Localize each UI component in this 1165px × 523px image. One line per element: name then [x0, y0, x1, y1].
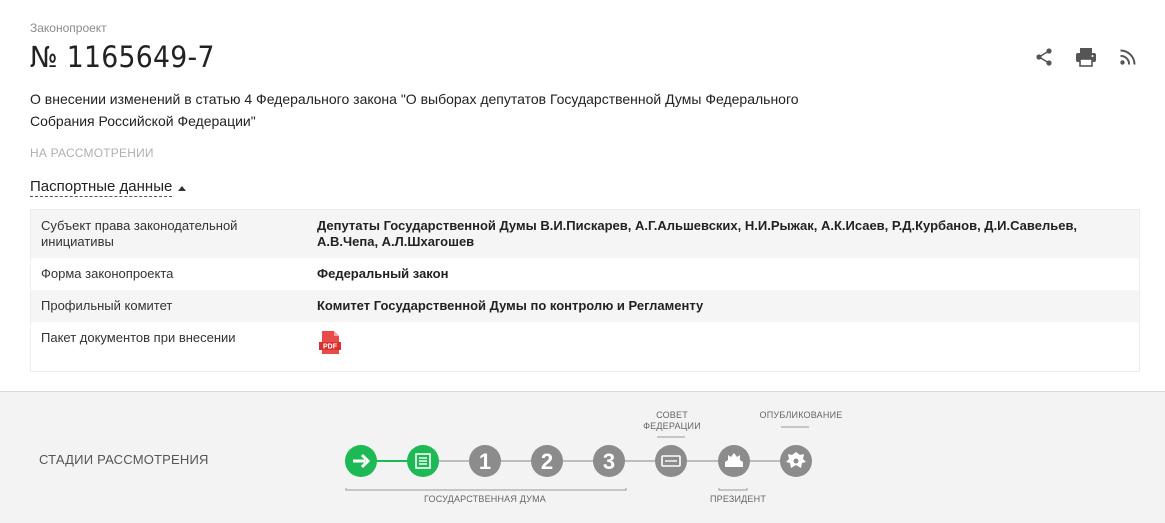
stages-panel: СТАДИИ РАССМОТРЕНИЯ СОВЕТ ФЕДЕРАЦИИ ОПУБ…: [0, 391, 1165, 523]
row-key: Профильный комитет: [41, 298, 173, 313]
caret-up-icon: [178, 186, 187, 191]
row-value: Депутаты Государственной Думы В.И.Пискар…: [317, 218, 1078, 249]
bill-header: Законопроект № 1165649-7 О внесении изме…: [0, 0, 1165, 391]
row-value: PDF: [317, 330, 1129, 360]
rss-icon[interactable]: [1117, 46, 1139, 68]
stage-federation-council[interactable]: [655, 445, 687, 477]
stage-published[interactable]: [780, 445, 812, 477]
share-icon[interactable]: [1033, 46, 1055, 68]
stage-reading-1[interactable]: 1: [469, 445, 501, 477]
reading-1-label: 1: [479, 449, 491, 474]
stage-preliminary[interactable]: [407, 445, 439, 477]
row-value: Комитет Государственной Думы по контролю…: [317, 298, 704, 313]
overline-label: Законопроект: [30, 21, 107, 35]
pdf-label: PDF: [323, 344, 338, 351]
action-toolbar: [1033, 46, 1139, 68]
pdf-icon[interactable]: PDF: [317, 330, 343, 356]
table-row: Профильный комитет Комитет Государственн…: [31, 290, 1139, 322]
reading-2-label: 2: [541, 449, 553, 474]
stage-reading-3[interactable]: 3: [593, 445, 625, 477]
row-key: Пакет документов при внесении: [41, 330, 236, 345]
stages-track: 1 2 3: [345, 426, 812, 491]
passport-toggle[interactable]: Паспортные данные: [30, 178, 187, 197]
reading-3-label: 3: [603, 449, 615, 474]
stage-reading-2[interactable]: 2: [531, 445, 563, 477]
row-key: Субъект права законодательной инициативы: [41, 218, 238, 249]
table-row: Субъект права законодательной инициативы…: [31, 210, 1139, 258]
table-row: Пакет документов при внесении PDF: [31, 322, 1139, 371]
stage-president[interactable]: [718, 445, 750, 477]
print-icon[interactable]: [1075, 46, 1097, 68]
stages-label: СТАДИИ РАССМОТРЕНИЯ: [39, 452, 209, 467]
row-key: Форма законопроекта: [41, 266, 174, 281]
passport-toggle-label: Паспортные данные: [30, 178, 173, 197]
passport-table: Субъект права законодательной инициативы…: [30, 209, 1140, 372]
table-row: Форма законопроекта Федеральный закон: [31, 258, 1139, 290]
stage-introduced[interactable]: [345, 445, 377, 477]
row-value: Федеральный закон: [317, 266, 449, 281]
bill-number: № 1165649-7: [30, 40, 215, 74]
bill-title: О внесении изменений в статью 4 Федераль…: [30, 91, 799, 129]
status-badge: НА РАССМОТРЕНИИ: [30, 146, 154, 160]
